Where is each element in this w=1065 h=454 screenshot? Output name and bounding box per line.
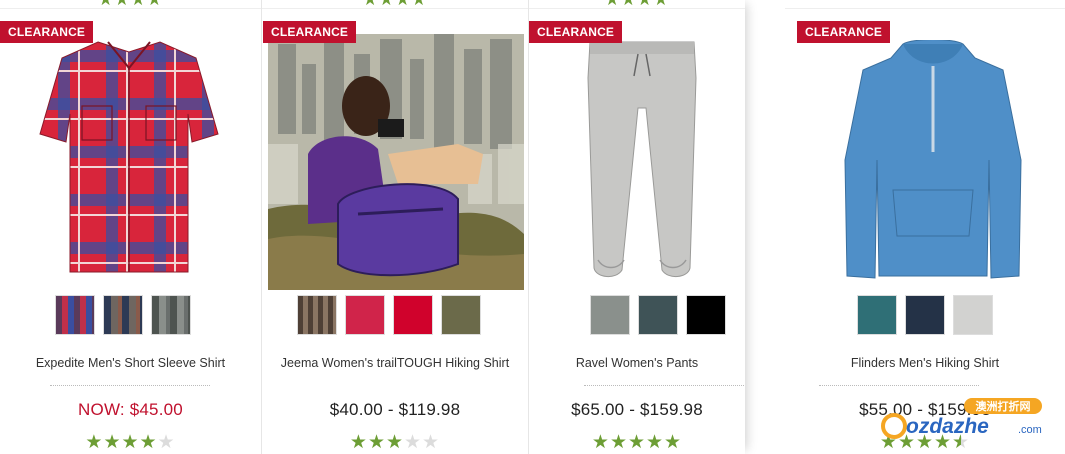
plaid-shirt-icon bbox=[39, 41, 219, 273]
product-price: $65.00 - $159.98 bbox=[571, 400, 703, 419]
star-empty-icon: ★ bbox=[157, 432, 176, 453]
rating-stars-top: ★★★★ bbox=[262, 0, 528, 8]
row-divider bbox=[0, 8, 261, 9]
product-card[interactable]: CLEARANCE Flinders Men's Hiking Shirt $5… bbox=[785, 0, 1065, 454]
row-divider bbox=[529, 8, 745, 9]
clearance-badge: CLEARANCE bbox=[797, 21, 891, 43]
pants-icon bbox=[587, 41, 697, 277]
color-swatch[interactable] bbox=[345, 295, 385, 335]
clearance-badge: CLEARANCE bbox=[263, 21, 357, 43]
product-price: $40.00 - $119.98 bbox=[329, 400, 461, 419]
product-card[interactable]: ★★★★ CLEARANCE bbox=[0, 0, 262, 454]
clearance-badge: CLEARANCE bbox=[0, 21, 94, 43]
product-name[interactable]: Jeema Women's trailTOUGH Hiking Shirt bbox=[262, 356, 528, 370]
product-image[interactable] bbox=[268, 34, 524, 295]
color-swatches bbox=[590, 295, 726, 335]
color-swatch[interactable] bbox=[103, 295, 143, 335]
color-swatches bbox=[297, 295, 481, 335]
watermark: 澳洲打折网 ozdazhe .com bbox=[880, 396, 1050, 442]
rating-stars: ★★★★★ bbox=[262, 433, 528, 453]
product-card[interactable]: ★★★★ bbox=[262, 0, 529, 454]
star-filled-icon: ★★★ bbox=[349, 432, 405, 453]
color-swatch[interactable] bbox=[686, 295, 726, 335]
product-image[interactable] bbox=[584, 38, 700, 289]
star-filled-icon: ★★★★ bbox=[85, 432, 158, 453]
color-swatches bbox=[55, 295, 191, 335]
product-name[interactable]: Flinders Men's Hiking Shirt bbox=[785, 356, 1065, 370]
name-divider bbox=[584, 385, 744, 386]
product-image[interactable] bbox=[843, 39, 1023, 287]
color-swatch[interactable] bbox=[857, 295, 897, 335]
color-swatch[interactable] bbox=[151, 295, 191, 335]
row-divider bbox=[262, 8, 528, 9]
hooded-shirt-icon bbox=[844, 39, 1022, 279]
product-name[interactable]: Expedite Men's Short Sleeve Shirt bbox=[0, 356, 261, 370]
color-swatch[interactable] bbox=[55, 295, 95, 335]
product-name[interactable]: Ravel Women's Pants bbox=[529, 356, 745, 370]
color-swatch[interactable] bbox=[638, 295, 678, 335]
name-divider bbox=[50, 385, 210, 386]
product-grid: ★★★★ CLEARANCE bbox=[0, 0, 1065, 454]
clearance-badge: CLEARANCE bbox=[529, 21, 623, 43]
color-swatches bbox=[857, 295, 993, 335]
product-image[interactable] bbox=[38, 34, 220, 291]
row-divider bbox=[785, 8, 1065, 9]
rating-stars: ★★★★★ bbox=[529, 433, 745, 453]
watermark-tagline: 澳洲打折网 bbox=[976, 399, 1031, 413]
watermark-suffix: .com bbox=[1018, 424, 1042, 436]
rating-stars: ★★★★★ bbox=[0, 433, 261, 453]
color-swatch[interactable] bbox=[297, 295, 337, 335]
rating-stars-top: ★★★★ bbox=[529, 0, 745, 8]
watermark-logo-icon: 澳洲打折网 ozdazhe .com bbox=[881, 398, 1042, 439]
rating-stars-top: ★★★★ bbox=[0, 0, 261, 8]
color-swatch[interactable] bbox=[441, 295, 481, 335]
color-swatch[interactable] bbox=[590, 295, 630, 335]
color-swatch[interactable] bbox=[905, 295, 945, 335]
color-swatch[interactable] bbox=[953, 295, 993, 335]
product-price: NOW: $45.00 bbox=[78, 400, 183, 419]
color-swatch[interactable] bbox=[393, 295, 433, 335]
hiker-photo-icon bbox=[268, 34, 524, 290]
product-card[interactable]: ★★★★ CLEARANCE Ravel Women's Pants $65.0… bbox=[529, 0, 745, 454]
star-filled-icon: ★★★★★ bbox=[591, 432, 683, 453]
name-divider bbox=[819, 385, 979, 386]
star-empty-icon: ★★ bbox=[404, 432, 441, 453]
watermark-brand: ozdazhe bbox=[906, 415, 989, 438]
